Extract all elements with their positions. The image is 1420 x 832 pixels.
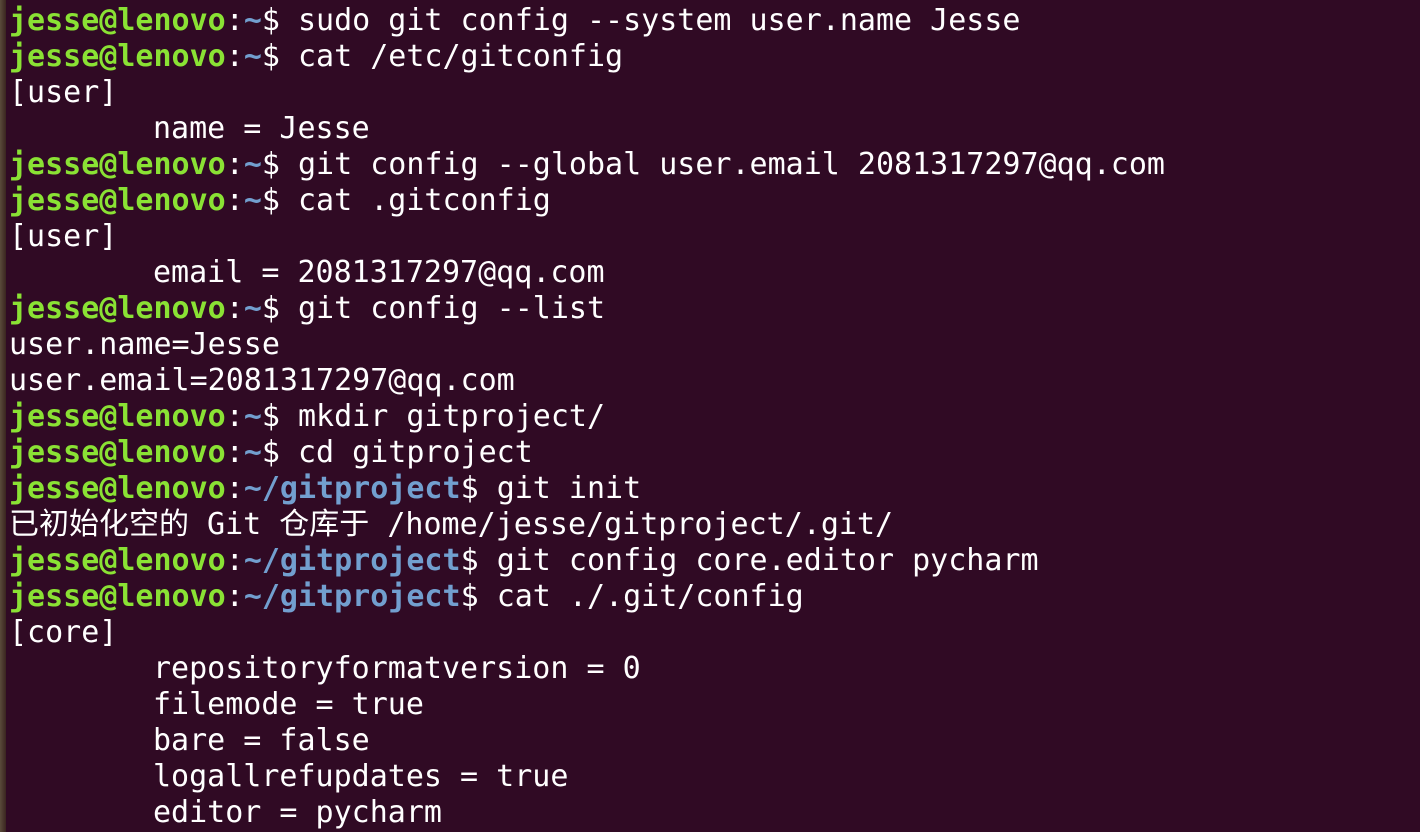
prompt-dollar: $ — [261, 399, 298, 434]
prompt-line: jesse@lenovo:~$ cat .gitconfig — [9, 183, 1165, 219]
output-text: [user] — [9, 219, 118, 254]
prompt-dollar: $ — [261, 3, 298, 38]
prompt-colon: : — [225, 435, 244, 470]
output-line: user.name=Jesse — [9, 327, 1165, 363]
prompt-line: jesse@lenovo:~$ mkdir gitproject/ — [9, 399, 1165, 435]
output-text: name = Jesse — [153, 111, 370, 146]
prompt-userhost: jesse@lenovo — [9, 399, 226, 434]
prompt-userhost: jesse@lenovo — [9, 543, 226, 578]
command-text: cat .gitconfig — [298, 183, 551, 218]
prompt-dollar: $ — [261, 291, 298, 326]
desktop-edge — [0, 0, 6, 832]
output-line: [user] — [9, 219, 1165, 255]
prompt-colon: : — [225, 3, 244, 38]
prompt-path: ~ — [243, 399, 262, 434]
prompt-line: jesse@lenovo:~/gitproject$ git init — [9, 471, 1165, 507]
output-line: editor = pycharm — [9, 795, 1165, 831]
prompt-line: jesse@lenovo:~$ cd gitproject — [9, 435, 1165, 471]
prompt-line: jesse@lenovo:~$ sudo git config --system… — [9, 3, 1165, 39]
output-text: bare = false — [153, 723, 370, 758]
prompt-dollar: $ — [261, 183, 298, 218]
output-text: filemode = true — [153, 687, 424, 722]
prompt-colon: : — [225, 39, 244, 74]
prompt-colon: : — [225, 471, 244, 506]
output-text: 已初始化空的 Git 仓库于 /home/jesse/gitproject/.g… — [9, 507, 894, 542]
prompt-colon: : — [225, 579, 244, 614]
prompt-colon: : — [225, 399, 244, 434]
output-line: user.email=2081317297@qq.com — [9, 363, 1165, 399]
output-line: repositoryformatversion = 0 — [9, 651, 1165, 687]
output-line: [user] — [9, 75, 1165, 111]
prompt-path: ~/gitproject — [243, 543, 461, 578]
prompt-colon: : — [225, 147, 244, 182]
output-text: logallrefupdates = true — [153, 759, 569, 794]
output-text: user.name=Jesse — [9, 327, 280, 362]
output-line: [core] — [9, 615, 1165, 651]
prompt-userhost: jesse@lenovo — [9, 291, 226, 326]
command-text: git config --list — [298, 291, 606, 326]
command-text: mkdir gitproject/ — [298, 399, 606, 434]
command-text: cat /etc/gitconfig — [298, 39, 624, 74]
output-line: email = 2081317297@qq.com — [9, 255, 1165, 291]
prompt-colon: : — [225, 543, 244, 578]
output-line: name = Jesse — [9, 111, 1165, 147]
terminal-output[interactable]: jesse@lenovo:~$ sudo git config --system… — [9, 3, 1165, 831]
prompt-path: ~ — [243, 435, 262, 470]
output-text: user.email=2081317297@qq.com — [9, 363, 515, 398]
prompt-line: jesse@lenovo:~$ git config --list — [9, 291, 1165, 327]
output-line: logallrefupdates = true — [9, 759, 1165, 795]
prompt-dollar: $ — [261, 39, 298, 74]
prompt-dollar: $ — [460, 471, 497, 506]
output-line: filemode = true — [9, 687, 1165, 723]
terminal-window[interactable]: jesse@lenovo:~$ sudo git config --system… — [0, 0, 1420, 832]
prompt-path: ~ — [243, 39, 262, 74]
output-text: editor = pycharm — [153, 795, 442, 830]
prompt-path: ~/gitproject — [243, 579, 461, 614]
command-text: git init — [496, 471, 642, 506]
prompt-path: ~ — [243, 147, 262, 182]
prompt-line: jesse@lenovo:~/gitproject$ git config co… — [9, 543, 1165, 579]
prompt-colon: : — [225, 183, 244, 218]
command-text: git config --global user.email 208131729… — [298, 147, 1165, 182]
prompt-userhost: jesse@lenovo — [9, 3, 226, 38]
output-line: bare = false — [9, 723, 1165, 759]
prompt-userhost: jesse@lenovo — [9, 183, 226, 218]
prompt-dollar: $ — [261, 147, 298, 182]
prompt-path: ~ — [243, 291, 262, 326]
prompt-colon: : — [225, 291, 244, 326]
output-text: repositoryformatversion = 0 — [153, 651, 641, 686]
output-text: email = 2081317297@qq.com — [153, 255, 605, 290]
command-text: cd gitproject — [298, 435, 533, 470]
prompt-line: jesse@lenovo:~/gitproject$ cat ./.git/co… — [9, 579, 1165, 615]
prompt-userhost: jesse@lenovo — [9, 579, 226, 614]
prompt-userhost: jesse@lenovo — [9, 147, 226, 182]
prompt-userhost: jesse@lenovo — [9, 471, 226, 506]
prompt-path: ~ — [243, 3, 262, 38]
prompt-line: jesse@lenovo:~$ git config --global user… — [9, 147, 1165, 183]
command-text: git config core.editor pycharm — [496, 543, 1039, 578]
prompt-dollar: $ — [460, 543, 497, 578]
output-line: 已初始化空的 Git 仓库于 /home/jesse/gitproject/.g… — [9, 507, 1165, 543]
output-text: [user] — [9, 75, 118, 110]
prompt-path: ~/gitproject — [243, 471, 461, 506]
prompt-userhost: jesse@lenovo — [9, 435, 226, 470]
prompt-dollar: $ — [460, 579, 497, 614]
command-text: cat ./.git/config — [496, 579, 804, 614]
prompt-userhost: jesse@lenovo — [9, 39, 226, 74]
output-text: [core] — [9, 615, 118, 650]
prompt-path: ~ — [243, 183, 262, 218]
prompt-line: jesse@lenovo:~$ cat /etc/gitconfig — [9, 39, 1165, 75]
command-text: sudo git config --system user.name Jesse — [298, 3, 1021, 38]
prompt-dollar: $ — [261, 435, 298, 470]
